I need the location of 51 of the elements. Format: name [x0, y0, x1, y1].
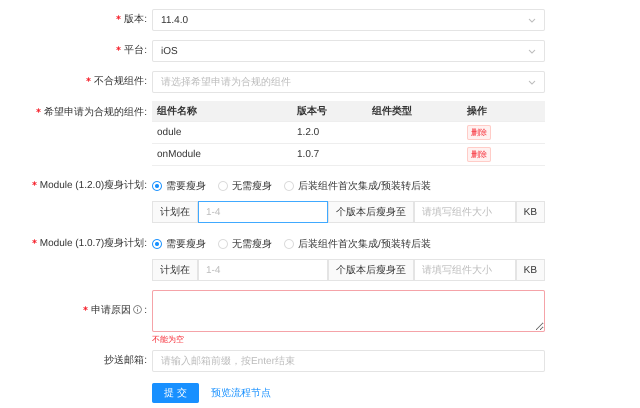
- size-input[interactable]: 请填写组件大小: [414, 201, 516, 223]
- form-label: 平台:: [116, 39, 147, 63]
- input-prefix: 计划在: [152, 259, 198, 281]
- chevron-down-icon: [528, 80, 536, 84]
- radio-option[interactable]: 后装组件首次集成/预装转后装: [284, 179, 431, 193]
- required-asterisk-icon: [32, 181, 37, 186]
- info-icon: [133, 305, 142, 314]
- form-label: 抄送邮箱:: [104, 354, 147, 368]
- table-cell-text: onModule: [156, 149, 202, 160]
- radio-option[interactable]: 需要瘦身: [152, 237, 206, 251]
- chevron-down-icon: [528, 48, 536, 54]
- input-addon: 个版本后瘦身至: [328, 201, 414, 223]
- input-suffix: KB: [516, 201, 545, 223]
- table-cell-text: 1.0.7: [296, 149, 320, 160]
- form-label: Module (1.0.7)瘦身计划:: [32, 232, 147, 256]
- size-input[interactable]: 请填写组件大小: [414, 259, 516, 281]
- input-suffix: KB: [516, 259, 545, 281]
- radio-option[interactable]: 无需瘦身: [218, 237, 272, 251]
- number-input[interactable]: 1-4: [198, 201, 328, 223]
- form-label: 不合规组件:: [86, 70, 147, 94]
- error-message: 不能为空: [152, 334, 185, 345]
- column-header: 组件名称: [156, 104, 198, 118]
- required-asterisk-icon: [32, 239, 37, 244]
- form-label: 申请原因 :: [83, 290, 147, 332]
- radio-option[interactable]: 无需瘦身: [218, 179, 272, 193]
- select-field[interactable]: iOS: [152, 40, 545, 62]
- column-header: 组件类型: [370, 104, 413, 118]
- table-cell-text: odule: [156, 127, 182, 138]
- radio-button[interactable]: [152, 181, 162, 191]
- required-asterisk-icon: [36, 108, 42, 113]
- input-prefix: 计划在: [152, 201, 198, 223]
- delete-button[interactable]: 删除: [467, 125, 491, 140]
- select-field[interactable]: 11.4.0: [152, 9, 545, 31]
- chevron-down-icon: [528, 18, 536, 22]
- required-asterisk-icon: [116, 46, 122, 51]
- reason-textarea[interactable]: [152, 290, 545, 332]
- form-label: 版本:: [116, 8, 147, 32]
- required-asterisk-icon: [116, 15, 122, 20]
- column-header: 版本号: [296, 104, 328, 118]
- table-cell-text: 1.2.0: [296, 127, 320, 138]
- column-header: 操作: [466, 104, 488, 118]
- radio-option[interactable]: 需要瘦身: [152, 179, 206, 193]
- delete-button[interactable]: 删除: [467, 147, 491, 162]
- required-asterisk-icon: [86, 77, 92, 82]
- input-addon: 个版本后瘦身至: [328, 259, 414, 281]
- required-asterisk-icon: [83, 306, 88, 311]
- form-label: 希望申请为合规的组件:: [36, 101, 147, 125]
- form-label: Module (1.2.0)瘦身计划:: [32, 174, 147, 198]
- radio-button[interactable]: [152, 239, 162, 249]
- radio-option[interactable]: 后装组件首次集成/预装转后装: [284, 237, 431, 251]
- email-input[interactable]: 请输入邮箱前缀，按Enter结束: [152, 350, 545, 372]
